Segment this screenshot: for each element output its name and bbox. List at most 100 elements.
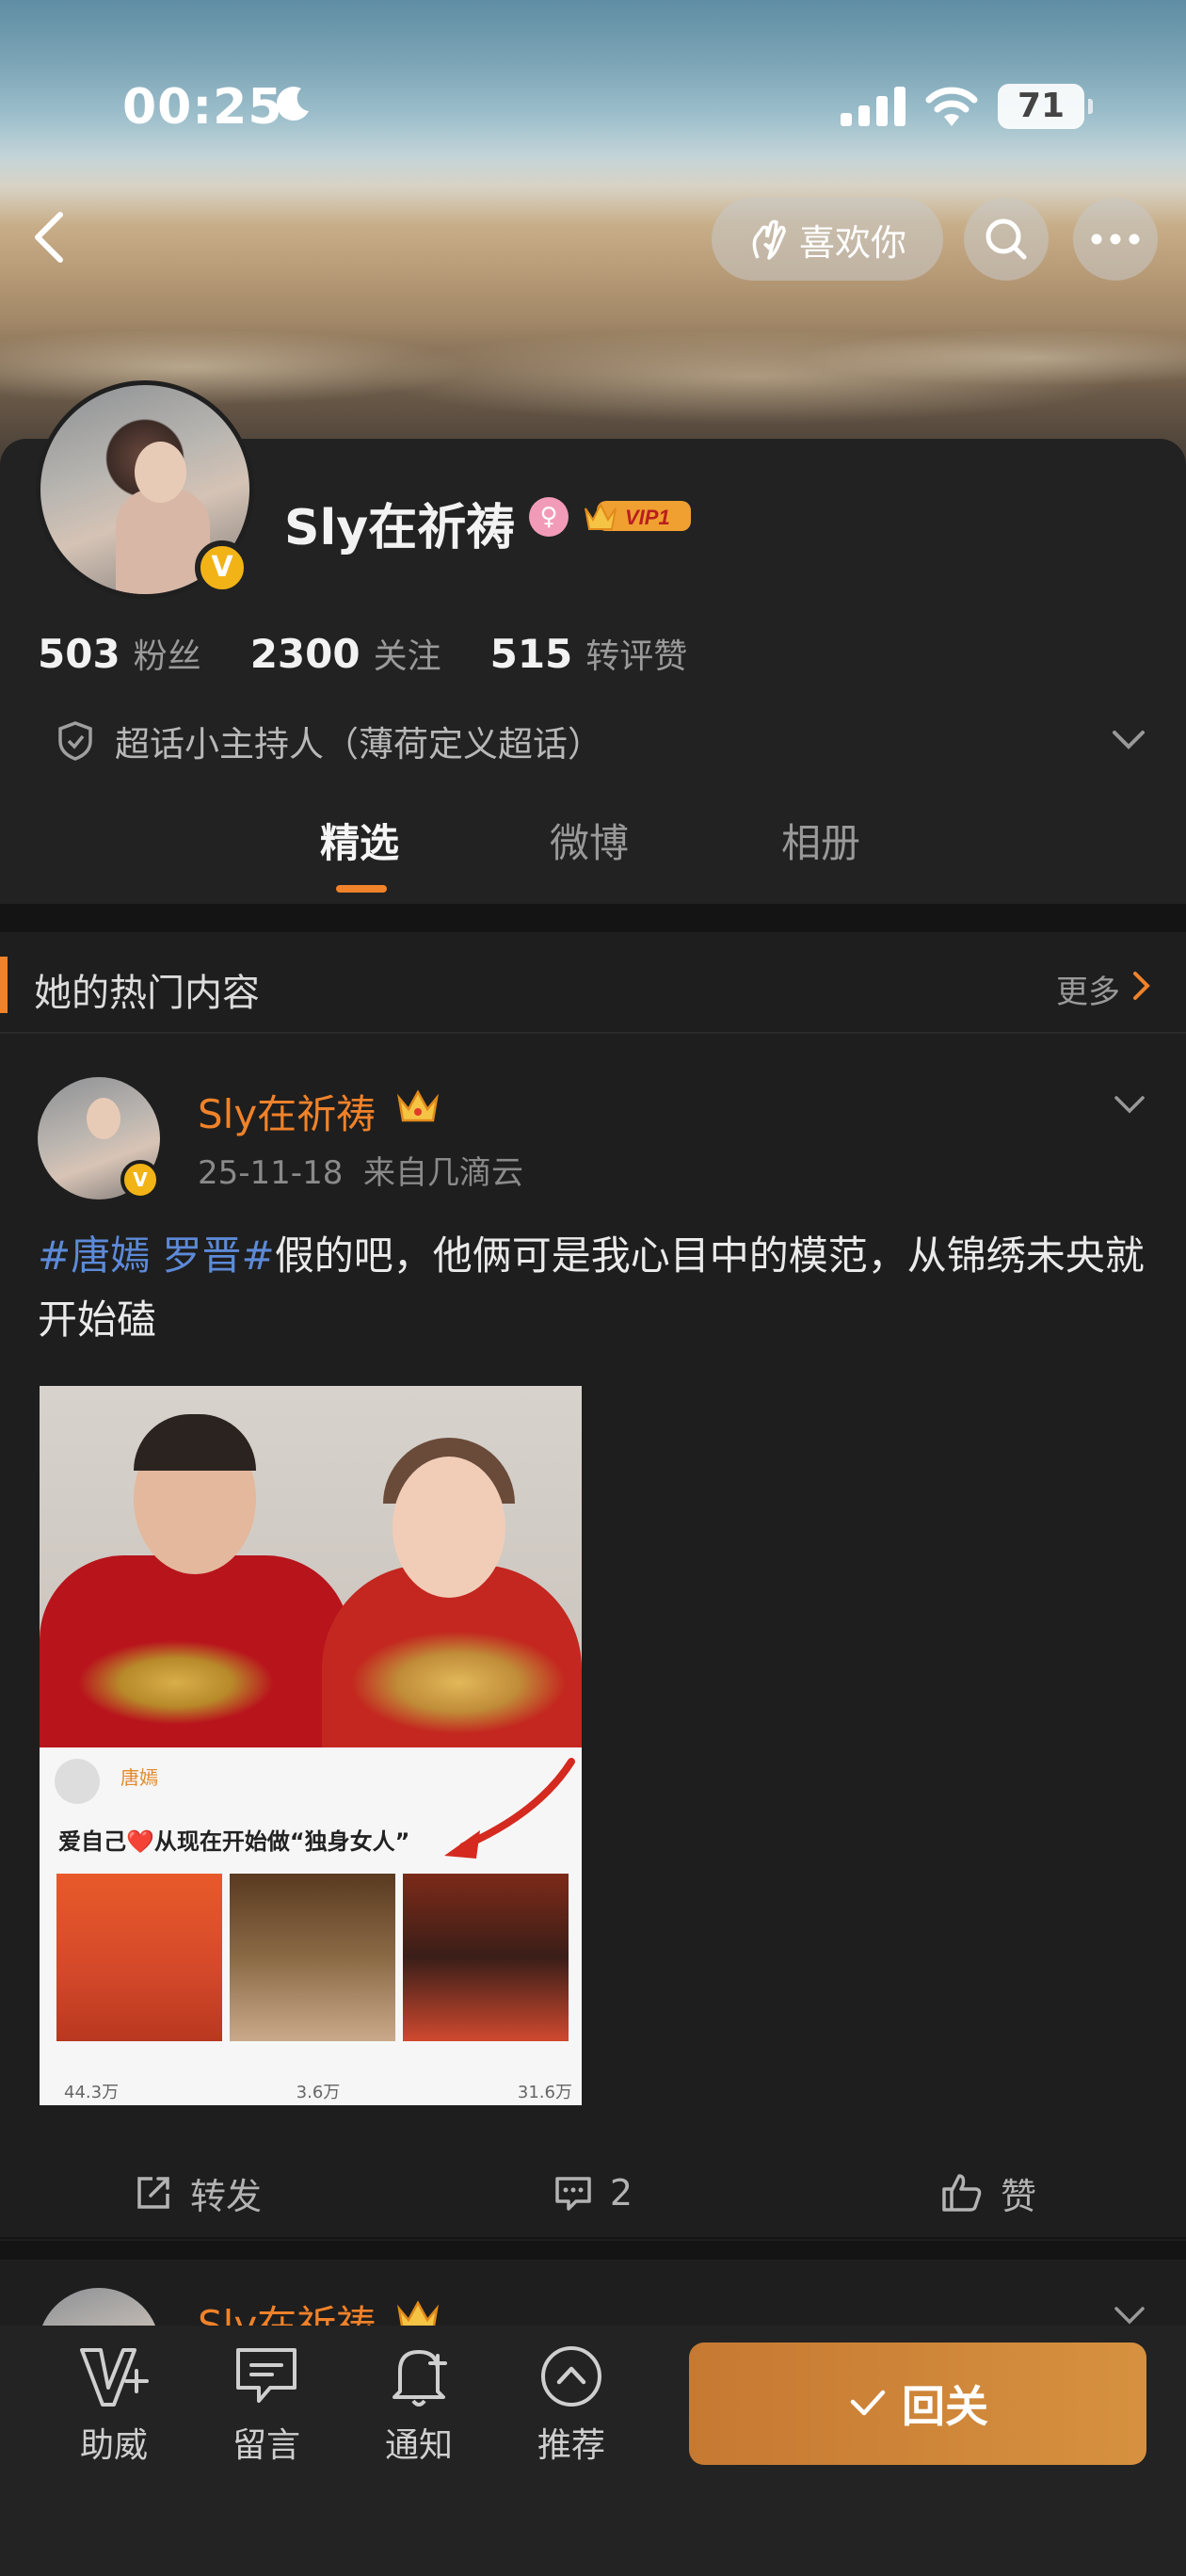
groom-embroidery [77,1640,275,1725]
bell-plus-icon [393,2350,447,2407]
groom-hair [134,1414,256,1471]
message-icon [236,2348,296,2403]
host-role[interactable]: 超话小主持人（薄荷定义超话） [56,716,602,766]
follow-back-label: 回关 [902,2381,988,2432]
message-label: 留言 [232,2426,300,2465]
post-source: 来自几滴云 [362,1154,523,1192]
follow-back-button[interactable]: 回关 [689,2343,1146,2465]
following-count: 2300 [249,631,361,677]
hot-accent-bar [0,957,8,1013]
post-author-name[interactable]: Sly在祈祷 [198,1083,376,1140]
post-divider [0,2241,1186,2260]
repost-button[interactable]: 转发 [0,2149,395,2237]
post-hashtag[interactable]: #唐嫣 罗晋# [38,1232,275,1279]
profile-name: Sly在祈祷 [284,500,516,556]
chevron-right-icon[interactable] [1131,970,1152,1002]
embedded-comment-count: 3.6万 [296,2083,341,2102]
moon-icon [276,87,309,121]
recommend-button[interactable]: 推荐 [520,2343,623,2467]
like-button[interactable]: 赞 [791,2149,1186,2237]
signal-icon [841,87,906,126]
checkmark-icon [850,2390,886,2416]
profile-tabs: 精选 微博 相册 [0,812,1186,906]
host-role-label: 超话小主持人（薄荷定义超话） [115,724,602,765]
battery-indicator: 71 [998,84,1093,129]
cheer-icon [80,2348,149,2407]
post-menu-chevron-icon[interactable] [1113,2303,1146,2326]
message-button[interactable]: 留言 [215,2343,318,2467]
followers-count: 503 [38,631,120,677]
like-label: 赞 [1000,2175,1036,2217]
vip-badge[interactable]: VIP1 [584,495,693,537]
female-icon: ♀ [529,497,569,537]
cheer-label: 助威 [79,2426,148,2465]
notify-button[interactable]: 通知 [367,2343,471,2467]
crown-icon [397,1089,439,1122]
post-date: 25-11-18 [198,1154,344,1192]
comment-count: 2 [609,2172,633,2214]
interactions-count: 515 [489,631,573,677]
status-bar: 00:25 71 [0,0,1186,217]
comment-button[interactable]: 2 [395,2149,791,2237]
following-stat[interactable]: 2300 关注 [250,629,441,678]
post-meta: 25-11-18 来自几滴云 [198,1147,523,1193]
section-divider [0,904,1186,932]
followers-label: 粉丝 [133,637,201,676]
embedded-photos [56,1874,569,2041]
shield-icon [58,721,92,761]
next-post-author[interactable]: Sly在祈祷 [198,2294,376,2326]
profile-page: 00:25 71 喜欢你 V Sly在祈祷 ♀ VIP1 503 粉丝 2300… [0,0,1186,2576]
chevron-down-icon[interactable] [1111,727,1146,753]
notify-label: 通知 [384,2426,453,2465]
cheer-button[interactable]: 助威 [62,2343,166,2467]
next-post-avatar[interactable] [38,2288,160,2326]
like-you-button[interactable]: 喜欢你 [712,198,943,281]
next-post-preview[interactable]: Sly在祈祷 [0,2260,1186,2326]
bride-embroidery [350,1631,567,1734]
more-link[interactable]: 更多 [1056,966,1120,1012]
embedded-post-screenshot: 唐嫣 爱自己❤️从现在开始做“独身女人” 44.3万 3.6万 31.6万 [40,1747,582,2105]
embedded-photo [230,1874,395,2041]
couple-photo [40,1386,582,1753]
more-dots-icon [1091,233,1140,245]
more-options-button[interactable] [1073,198,1158,281]
back-arrow-icon[interactable] [26,209,73,266]
embedded-text: 爱自己❤️从现在开始做“独身女人” [58,1828,410,1855]
repost-icon [137,2177,169,2209]
embedded-photo [56,1874,222,2041]
interactions-label: 转评赞 [585,637,688,676]
embedded-stats: 44.3万 3.6万 31.6万 [64,2079,572,2103]
embedded-photo [403,1874,569,2041]
bottom-action-bar: 助威 留言 通知 推荐 回关 [0,2326,1186,2576]
repost-label: 转发 [189,2175,262,2217]
embedded-avatar [55,1759,100,1804]
profile-stats: 503 粉丝 2300 关注 515 转评赞 [38,629,687,678]
search-button[interactable] [964,198,1049,281]
status-time: 00:25 [122,79,283,136]
following-label: 关注 [373,637,441,676]
followers-stat[interactable]: 503 粉丝 [38,629,201,678]
search-icon [986,218,1027,260]
crown-icon [397,2300,439,2326]
post-image[interactable]: 唐嫣 爱自己❤️从现在开始做“独身女人” 44.3万 3.6万 31.6万 [40,1386,582,2105]
red-arrow-icon [444,1758,575,1859]
vip-label: VIP1 [625,506,670,529]
tab-album[interactable]: 相册 [781,812,860,869]
post-actions: 转发 2 赞 [0,2149,1186,2239]
bride-face [393,1457,505,1598]
tab-featured[interactable]: 精选 [320,812,399,869]
hand-heart-icon [752,219,786,260]
chevron-up-circle-icon [541,2346,601,2407]
post-menu-chevron-icon[interactable] [1113,1092,1146,1119]
wifi-icon [925,87,978,126]
embedded-like-count: 31.6万 [517,2083,572,2102]
active-tab-indicator [336,885,387,893]
hot-content-header: 她的热门内容 更多 [0,932,1186,1034]
thumbs-up-icon [942,2174,982,2212]
embedded-author: 唐嫣 [120,1766,158,1789]
verified-badge: V [195,540,249,595]
recommend-label: 推荐 [537,2426,605,2465]
tab-weibo[interactable]: 微博 [550,812,629,869]
comment-icon [555,2177,591,2211]
interactions-stat[interactable]: 515 转评赞 [490,629,688,678]
